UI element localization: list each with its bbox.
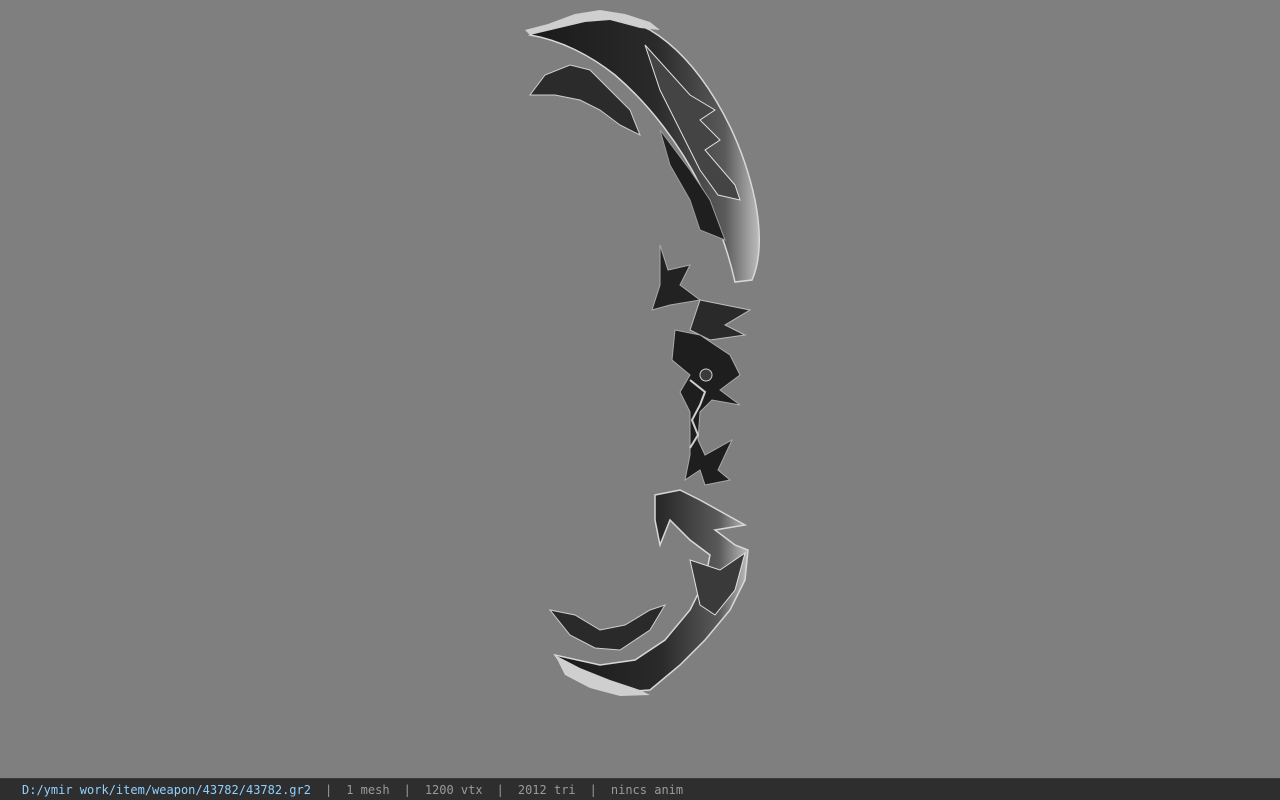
upper-limb bbox=[525, 10, 761, 341]
status-separator: | bbox=[324, 782, 333, 797]
vertex-count: 1200 vtx bbox=[424, 782, 483, 797]
3d-viewport[interactable] bbox=[0, 0, 1280, 778]
model-path: D:/ymir work/item/weapon/43782/43782.gr2 bbox=[22, 782, 311, 797]
animation-status: nincs anim bbox=[610, 782, 684, 797]
triangle-count: 2012 tri bbox=[517, 782, 576, 797]
lower-limb bbox=[548, 489, 749, 696]
status-separator: | bbox=[496, 782, 504, 797]
status-bar: D:/ymir work/item/weapon/43782/43782.gr2… bbox=[0, 778, 1280, 800]
grip bbox=[671, 329, 741, 486]
bow-model bbox=[525, 10, 761, 696]
status-separator: | bbox=[589, 782, 597, 797]
status-separator: | bbox=[403, 782, 411, 797]
mesh-count: 1 mesh bbox=[346, 782, 390, 797]
